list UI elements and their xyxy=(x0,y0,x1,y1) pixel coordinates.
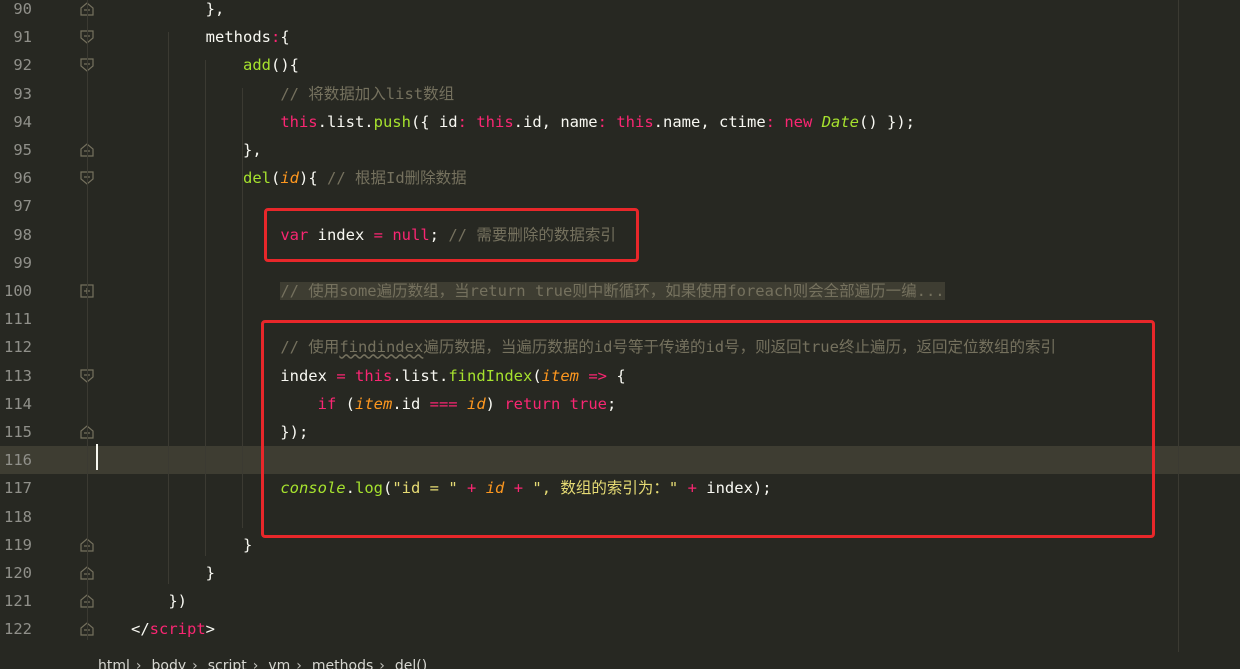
line-number: 91 xyxy=(13,28,32,47)
code-text: del(id){ // 根据Id删除数据 xyxy=(242,169,467,188)
fold-gutter-line xyxy=(87,0,88,640)
code-text: methods:{ xyxy=(131,28,290,47)
line-number: 99 xyxy=(13,253,32,272)
code-text: }) xyxy=(131,592,187,611)
code-line-111[interactable]: 111 xyxy=(0,305,1240,333)
line-number: 122 xyxy=(4,620,32,639)
line-number: 98 xyxy=(13,225,32,244)
code-line-92[interactable]: 92 add(){ xyxy=(0,51,1240,79)
line-number: 118 xyxy=(4,507,32,526)
code-line-90[interactable]: 90 }, xyxy=(0,0,1240,23)
code-text: }, xyxy=(131,0,225,18)
line-number: 120 xyxy=(4,564,32,582)
line-number: 121 xyxy=(4,592,32,611)
code-text: var index = null; // 需要删除的数据索引 xyxy=(280,225,616,244)
line-number: 93 xyxy=(13,84,32,103)
code-text: // 使用some遍历数组，当return true则中断循环，如果使用fore… xyxy=(280,282,945,300)
code-line-120[interactable]: 120 } xyxy=(0,559,1240,587)
breadcrumb: html › body › script › vm › methods › del() xyxy=(98,652,433,669)
right-margin-guide xyxy=(1178,0,1179,652)
code-line-122[interactable]: 122 </script> xyxy=(0,615,1240,643)
code-text: this.list.push({ id: this.id, name: this… xyxy=(280,112,916,131)
chevron-right-icon: › xyxy=(135,658,142,669)
code-line-95[interactable]: 95 }, xyxy=(0,136,1240,164)
code-line-116[interactable]: 116 xyxy=(0,446,1240,475)
code-line-93[interactable]: 93 // 将数据加入list数组 xyxy=(0,80,1240,108)
code-text: // 使用findindex遍历数据，当遍历数据的id号等于传递的id号，则返回… xyxy=(280,338,1056,357)
code-line-94[interactable]: 94 this.list.push({ id: this.id, name: t… xyxy=(0,108,1240,136)
code-editor[interactable]: 90 }, 91 methods:{92 add(){93 // 将数据加入lis… xyxy=(0,0,1240,652)
line-number: 100 xyxy=(4,282,32,300)
chevron-right-icon: › xyxy=(192,658,198,669)
code-line-113[interactable]: 113 index = this.list.findIndex(item => … xyxy=(0,362,1240,390)
code-line-96[interactable]: 96 del(id){ // 根据Id删除数据 xyxy=(0,164,1240,192)
indent-guide xyxy=(242,88,243,528)
chevron-right-icon: › xyxy=(252,658,259,669)
code-text: add(){ xyxy=(242,56,299,75)
breadcrumb-bar: html › body › script › vm › methods › del() xyxy=(0,652,1240,669)
line-number: 117 xyxy=(4,479,32,498)
line-number: 113 xyxy=(4,366,32,385)
line-number: 90 xyxy=(13,0,32,18)
code-line-118[interactable]: 118 xyxy=(0,503,1240,531)
breadcrumb-item[interactable]: body xyxy=(152,658,187,669)
code-line-121[interactable]: 121 }) xyxy=(0,587,1240,615)
indent-guide xyxy=(168,32,169,584)
line-number: 96 xyxy=(13,169,32,188)
code-line-119[interactable]: 119 } xyxy=(0,531,1240,559)
code-line-98[interactable]: 98 var index = null; // 需要删除的数据索引 xyxy=(0,221,1240,249)
code-line-91[interactable]: 91 methods:{ xyxy=(0,23,1240,51)
code-line-97[interactable]: 97 xyxy=(0,192,1240,220)
line-number: 92 xyxy=(13,56,32,75)
code-line-99[interactable]: 99 xyxy=(0,249,1240,277)
code-line-117[interactable]: 117 console.log("id = " + id + ", 数组的索引为… xyxy=(0,474,1240,502)
breadcrumb-item[interactable]: html xyxy=(98,658,130,669)
code-text: } xyxy=(131,564,215,582)
line-number: 119 xyxy=(4,535,32,554)
code-line-112[interactable]: 112 // 使用findindex遍历数据，当遍历数据的id号等于传递的id号… xyxy=(0,333,1240,361)
line-number: 95 xyxy=(13,141,32,159)
code-text: if (item.id === id) return true; xyxy=(317,394,617,413)
code-text: // 将数据加入list数组 xyxy=(280,84,455,103)
code-line-123[interactable]: 123 xyxy=(0,644,1240,652)
line-number: 111 xyxy=(4,310,32,329)
line-number: 115 xyxy=(4,423,32,441)
breadcrumb-item[interactable]: script xyxy=(208,658,247,669)
chevron-right-icon: › xyxy=(296,658,302,669)
chevron-right-icon: › xyxy=(379,658,385,669)
text-cursor xyxy=(96,444,98,470)
indent-guide xyxy=(205,60,206,556)
line-number: 112 xyxy=(4,338,32,357)
code-text: }); xyxy=(131,423,309,441)
line-number: 94 xyxy=(13,112,32,131)
code-line-100[interactable]: 100 // 使用some遍历数组，当return true则中断循环，如果使用… xyxy=(0,277,1240,305)
line-number: 123 xyxy=(0,644,32,652)
line-number: 97 xyxy=(13,197,32,216)
breadcrumb-item[interactable]: del() xyxy=(395,658,427,669)
line-number: 114 xyxy=(4,394,32,413)
breadcrumb-item[interactable]: methods xyxy=(312,658,373,669)
breadcrumb-item[interactable]: vm xyxy=(268,658,290,669)
code-text: </script> xyxy=(131,620,216,639)
code-text: console.log("id = " + id + ", 数组的索引为：" +… xyxy=(280,479,772,498)
code-text: } xyxy=(131,535,253,554)
code-line-114[interactable]: 114 if (item.id === id) return true; xyxy=(0,390,1240,418)
code-line-115[interactable]: 115 }); xyxy=(0,418,1240,446)
line-number: 116 xyxy=(4,451,32,470)
